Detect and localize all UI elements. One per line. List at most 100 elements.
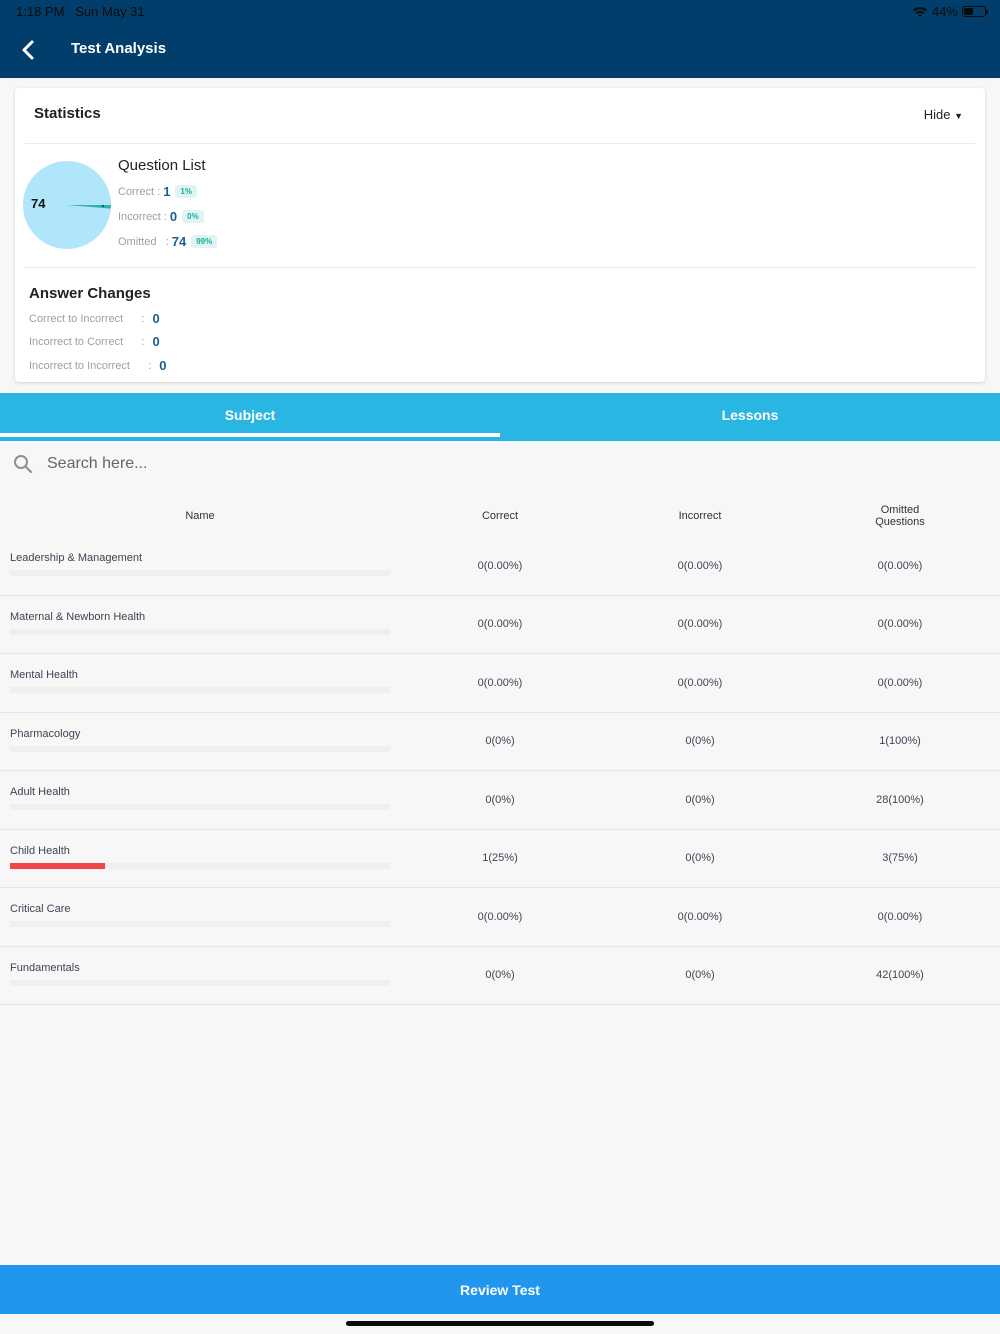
question-list-incorrect: Incorrect : 0 0% <box>118 209 204 224</box>
omitted-cell: 1(100%) <box>879 735 921 748</box>
app-header: 1:18 PM Sun May 31 44% Test Analysis <box>0 0 1000 78</box>
omitted-cell: 28(100%) <box>876 793 924 806</box>
subject-name: Leadership & Management <box>10 552 143 564</box>
correct-count: 1 <box>163 184 171 199</box>
subject-name: Maternal & Newborn Health <box>10 610 146 623</box>
progress-bar <box>10 921 390 927</box>
table-row[interactable]: Leadership & Management 0(0.00%) 0(0.00%) 0… <box>0 537 1000 596</box>
incorrect-cell: 0(0.00%) <box>677 559 723 572</box>
subject-cell: Fundamentals <box>0 947 400 1005</box>
table-row[interactable]: Pharmacology 0(0%) 0(0%) 1(100%) <box>0 713 1000 771</box>
omitted-cell: 0(0.00%) <box>877 910 923 923</box>
separator: : <box>163 210 167 223</box>
home-indicator[interactable] <box>346 1321 654 1326</box>
pie-slice-marker <box>102 205 104 207</box>
answer-change-incorrect-to-incorrect: Incorrect to Incorrect : 0 <box>29 358 167 373</box>
review-test-button[interactable]: Review Test <box>0 1265 1000 1314</box>
search-input[interactable] <box>47 455 447 473</box>
correct-cell: 0(0%) <box>485 969 515 982</box>
chevron-left-icon <box>22 40 34 60</box>
omitted-cell: 0(0.00%) <box>877 618 923 631</box>
search-icon <box>14 455 32 473</box>
separator: : <box>165 235 169 248</box>
omitted-cell: 3(75%) <box>882 852 918 865</box>
subject-cell: Adult Health <box>0 771 400 829</box>
separator: : <box>141 312 145 325</box>
omitted-cell: 42(100%) <box>876 969 924 982</box>
search-bar <box>0 441 1000 487</box>
omitted-count: 74 <box>171 234 187 249</box>
hide-toggle[interactable]: Hide ▼ <box>924 107 963 122</box>
progress-bar <box>10 979 390 986</box>
hide-label: Hide <box>923 107 951 122</box>
column-header-name[interactable]: Name <box>0 495 400 537</box>
omitted-header-line2: Questions <box>875 516 925 528</box>
pie-center-label: 74 <box>31 196 46 211</box>
separator: : <box>148 359 152 372</box>
column-header-incorrect[interactable]: Incorrect <box>600 495 800 537</box>
subject-cell: Pharmacology <box>0 713 400 771</box>
back-button[interactable] <box>18 38 40 62</box>
table-row[interactable]: Adult Health 0(0%) 0(0%) 28(100%) <box>0 771 1000 830</box>
omitted-cell: 0(0.00%) <box>877 559 923 572</box>
subject-cell: Mental Health <box>0 654 400 712</box>
statistics-title: Statistics <box>34 105 101 122</box>
wifi-icon <box>912 6 927 17</box>
incorrect-cell: 0(0.00%) <box>677 676 723 689</box>
answer-changes-title: Answer Changes <box>29 285 151 302</box>
progress-bar <box>10 862 390 869</box>
tab-subject[interactable]: Subject <box>0 393 500 441</box>
table-row[interactable]: Fundamentals 0(0%) 0(0%) 42(100%) <box>0 947 1000 1005</box>
separator: : <box>157 185 161 198</box>
correct-cell: 0(0%) <box>485 735 515 748</box>
omitted-percent-badge: 99% <box>191 235 218 248</box>
subject-name: Pharmacology <box>10 727 81 740</box>
table-row[interactable]: Mental Health 0(0.00%) 0(0.00%) 0(0.00%) <box>0 654 1000 713</box>
progress-bar <box>10 570 390 576</box>
correct-percent-badge: 1% <box>175 185 197 198</box>
date-text: Sun May 31 <box>75 4 145 19</box>
correct-cell: 1(25%) <box>482 852 518 865</box>
incorrect-cell: 0(0%) <box>685 852 715 865</box>
column-header-correct[interactable]: Correct <box>400 495 600 537</box>
separator: : <box>141 335 145 348</box>
change-count: 0 <box>159 358 167 373</box>
column-header-omitted[interactable]: Omitted Questions <box>800 495 1000 537</box>
page-title: Test Analysis <box>71 40 167 57</box>
table-row[interactable]: Child Health 1(25%) 0(0%) 3(75%) <box>0 830 1000 888</box>
answer-change-incorrect-to-correct: Incorrect to Correct : 0 <box>29 334 160 349</box>
row-label: Incorrect to Correct <box>29 335 124 348</box>
tab-lessons[interactable]: Lessons <box>500 393 1000 441</box>
progress-bar <box>10 745 390 752</box>
correct-cell: 0(0%) <box>485 793 515 806</box>
status-time: 1:18 PM Sun May 31 <box>16 4 145 19</box>
incorrect-cell: 0(0%) <box>685 735 715 748</box>
subject-name: Fundamentals <box>10 961 80 974</box>
tab-bar: Subject Lessons <box>0 393 1000 441</box>
progress-bar-fill <box>10 862 105 869</box>
row-label: Correct to Incorrect <box>29 312 124 325</box>
omitted-cell: 0(0.00%) <box>877 676 923 689</box>
table-row[interactable]: Maternal & Newborn Health 0(0.00%) 0(0.00%… <box>0 596 1000 654</box>
table-row[interactable]: Critical Care 0(0.00%) 0(0.00%) 0(0.00%) <box>0 888 1000 947</box>
progress-bar <box>10 804 390 810</box>
change-count: 0 <box>152 334 160 349</box>
change-count: 0 <box>152 311 160 326</box>
question-list-correct: Correct : 1 1% <box>118 184 197 199</box>
incorrect-percent-badge: 0% <box>182 210 204 223</box>
subject-cell: Maternal & Newborn Health <box>0 596 400 654</box>
progress-bar <box>10 687 390 693</box>
question-list-omitted: Omitted : 74 99% <box>118 234 218 249</box>
subject-name: Mental Health <box>10 669 78 681</box>
correct-cell: 0(0.00%) <box>477 559 523 572</box>
incorrect-cell: 0(0.00%) <box>677 618 723 631</box>
triangle-down-icon: ▼ <box>954 111 963 121</box>
subject-table: Leadership & Management 0(0.00%) 0(0.00%) 0… <box>0 537 1000 1005</box>
table-header: Name Correct Incorrect Omitted Questions <box>0 495 1000 537</box>
correct-cell: 0(0.00%) <box>477 676 523 689</box>
incorrect-cell: 0(0.00%) <box>677 910 723 923</box>
question-list-title: Question List <box>118 157 206 174</box>
battery-percent: 44% <box>931 4 958 19</box>
subject-name: Critical Care <box>10 903 71 915</box>
row-label: Correct <box>118 185 155 198</box>
